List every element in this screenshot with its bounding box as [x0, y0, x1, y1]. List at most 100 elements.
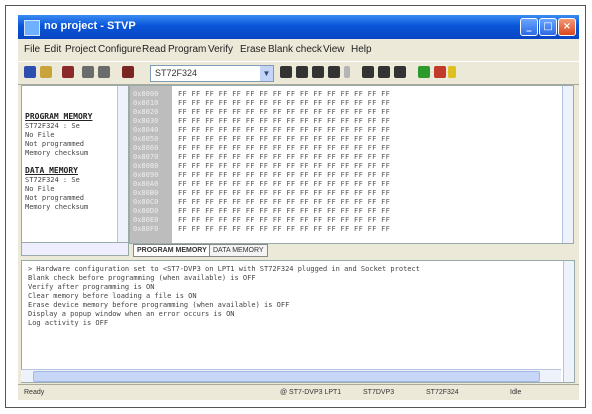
log-line: > Hardware configuration set to <ST7-DVP… — [28, 265, 420, 273]
status-device: ST72F324 — [426, 389, 459, 396]
menu-help[interactable]: Help — [351, 44, 372, 55]
hex-row[interactable]: FF FF FF FF FF FF FF FF FF FF FF FF FF F… — [178, 90, 390, 98]
stop-icon[interactable] — [434, 66, 446, 78]
program-current-icon[interactable] — [362, 66, 374, 78]
status-state: Idle — [510, 389, 522, 396]
address-cell: 0x8090 — [133, 171, 159, 179]
tab-data-memory[interactable]: DATA MEMORY — [209, 244, 268, 257]
address-cell: 0x80E0 — [133, 216, 159, 224]
log-line: Erase device memory before programming (… — [28, 301, 290, 309]
address-cell: 0x8000 — [133, 90, 159, 98]
hex-row[interactable]: FF FF FF FF FF FF FF FF FF FF FF FF FF F… — [178, 198, 390, 206]
address-cell: 0x80C0 — [133, 198, 159, 206]
data-memory-header: DATA MEMORY — [25, 166, 78, 175]
address-column: 0x8000 0x8010 0x8020 0x8030 0x8040 0x805… — [130, 86, 172, 243]
scrollbar-thumb[interactable] — [33, 371, 540, 382]
hex-row[interactable]: FF FF FF FF FF FF FF FF FF FF FF FF FF F… — [178, 99, 390, 107]
window-title: no project - STVP — [44, 20, 136, 32]
read-icon[interactable] — [62, 66, 74, 78]
device-icon[interactable] — [122, 66, 134, 78]
program-device-line: ST72F324 : Se — [25, 122, 80, 130]
log-line: Display a popup window when an error occ… — [28, 310, 235, 318]
data-checksum-line: Memory checksum — [25, 203, 89, 211]
address-cell: 0x8080 — [133, 162, 159, 170]
save-icon[interactable] — [24, 66, 36, 78]
address-cell: 0x80D0 — [133, 207, 159, 215]
data-state-line: Not programmed — [25, 194, 85, 202]
hex-row[interactable]: FF FF FF FF FF FF FF FF FF FF FF FF FF F… — [178, 189, 390, 197]
address-cell: 0x80B0 — [133, 189, 159, 197]
address-cell: 0x8010 — [133, 99, 159, 107]
address-cell: 0x8070 — [133, 153, 159, 161]
hex-row[interactable]: FF FF FF FF FF FF FF FF FF FF FF FF FF F… — [178, 135, 390, 143]
menu-read[interactable]: Read — [142, 44, 166, 55]
program-memory-header: PROGRAM MEMORY — [25, 112, 93, 121]
data-file-line: No File — [25, 185, 55, 193]
hex-row[interactable]: FF FF FF FF FF FF FF FF FF FF FF FF FF F… — [178, 126, 390, 134]
verify-current-icon[interactable] — [378, 66, 390, 78]
hex-row[interactable]: FF FF FF FF FF FF FF FF FF FF FF FF FF F… — [178, 180, 390, 188]
status-ready: Ready — [24, 389, 45, 396]
address-cell: 0x8030 — [133, 117, 159, 125]
status-port: @ ST7-DVP3 LPT1 — [280, 389, 342, 396]
hex-row[interactable]: FF FF FF FF FF FF FF FF FF FF FF FF FF F… — [178, 216, 390, 224]
hex-row[interactable]: FF FF FF FF FF FF FF FF FF FF FF FF FF F… — [178, 162, 390, 170]
log-vertical-scrollbar[interactable] — [563, 261, 574, 382]
program-state-line: Not programmed — [25, 140, 85, 148]
hex-row[interactable]: FF FF FF FF FF FF FF FF FF FF FF FF FF F… — [178, 117, 390, 125]
log-line: Log activity is OFF — [28, 319, 109, 327]
menu-verify[interactable]: Verify — [208, 44, 233, 55]
hex-vertical-scrollbar[interactable] — [562, 86, 573, 243]
open-icon[interactable] — [40, 66, 52, 78]
erase-current-icon[interactable] — [394, 66, 406, 78]
help-icon[interactable] — [448, 66, 456, 78]
menu-file[interactable]: File — [24, 44, 40, 55]
log-line: Verify after programming is ON — [28, 283, 155, 291]
title-bar[interactable]: no project - STVP _ □ × — [18, 15, 579, 39]
menu-view[interactable]: View — [323, 44, 345, 55]
maximize-button[interactable]: □ — [539, 18, 557, 36]
menu-blank-check[interactable]: Blank check — [268, 44, 322, 55]
program-checksum-line: Memory checksum — [25, 149, 89, 157]
hex-row[interactable]: FF FF FF FF FF FF FF FF FF FF FF FF FF F… — [178, 108, 390, 116]
application-window: no project - STVP _ □ × File Edit Projec… — [18, 15, 579, 400]
menu-project[interactable]: Project — [65, 44, 96, 55]
left-pane-hscrollbar[interactable] — [21, 242, 129, 256]
tab-program-memory[interactable]: PROGRAM MEMORY — [133, 244, 211, 257]
erase-all-icon[interactable] — [312, 66, 324, 78]
status-mode: ST7DVP3 — [363, 389, 395, 396]
memory-tabs: PROGRAM MEMORY DATA MEMORY — [129, 244, 572, 257]
verify-all-icon[interactable] — [296, 66, 308, 78]
app-icon — [24, 20, 40, 36]
device-select[interactable]: ST72F324 ▼ — [150, 65, 274, 82]
paste-icon[interactable] — [98, 66, 110, 78]
program-all-icon[interactable] — [280, 66, 292, 78]
minimize-button[interactable]: _ — [520, 18, 538, 36]
log-line: Clear memory before loading a file is ON — [28, 292, 197, 300]
address-cell: 0x8050 — [133, 135, 159, 143]
left-pane-scrollbar[interactable] — [117, 86, 128, 243]
run-icon[interactable] — [418, 66, 430, 78]
menu-configure[interactable]: Configure — [98, 44, 141, 55]
menu-bar: File Edit Project Configure Read Program… — [18, 40, 579, 59]
log-horizontal-scrollbar[interactable] — [21, 369, 561, 382]
hex-row[interactable]: FF FF FF FF FF FF FF FF FF FF FF FF FF F… — [178, 225, 390, 233]
data-device-line: ST72F324 : Se — [25, 176, 80, 184]
close-button[interactable]: × — [558, 18, 576, 36]
read-all-icon[interactable] — [328, 66, 340, 78]
address-cell: 0x80A0 — [133, 180, 159, 188]
hex-row[interactable]: FF FF FF FF FF FF FF FF FF FF FF FF FF F… — [178, 144, 390, 152]
hex-row[interactable]: FF FF FF FF FF FF FF FF FF FF FF FF FF F… — [178, 153, 390, 161]
chevron-down-icon[interactable]: ▼ — [260, 66, 273, 81]
program-file-line: No File — [25, 131, 55, 139]
hex-row[interactable]: FF FF FF FF FF FF FF FF FF FF FF FF FF F… — [178, 171, 390, 179]
menu-edit[interactable]: Edit — [44, 44, 61, 55]
menu-program[interactable]: Program — [168, 44, 206, 55]
address-cell: 0x80F0 — [133, 225, 159, 233]
menu-erase[interactable]: Erase — [240, 44, 266, 55]
hex-row[interactable]: FF FF FF FF FF FF FF FF FF FF FF FF FF F… — [178, 207, 390, 215]
copy-icon[interactable] — [82, 66, 94, 78]
status-bar: Ready @ ST7-DVP3 LPT1 ST7DVP3 ST72F324 I… — [18, 384, 579, 400]
separator-icon — [344, 66, 350, 78]
hex-editor[interactable]: 0x8000 0x8010 0x8020 0x8030 0x8040 0x805… — [129, 85, 574, 244]
